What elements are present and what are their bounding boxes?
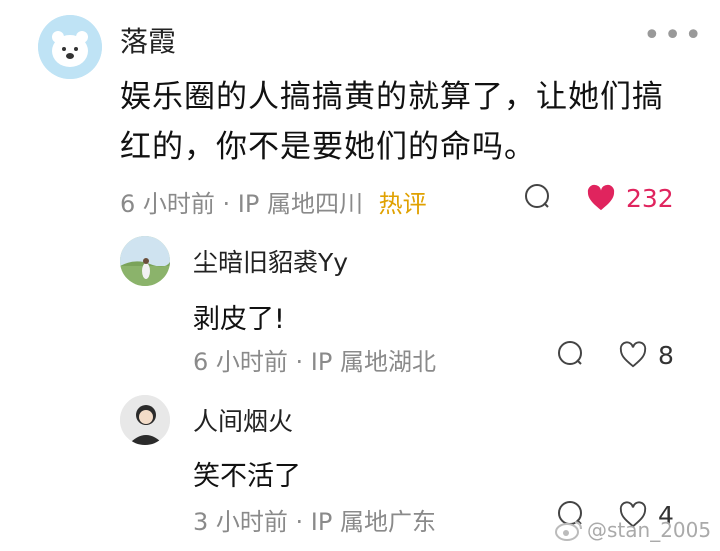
more-icon[interactable]: ••• (643, 18, 705, 53)
hot-comment-badge: 热评 (378, 190, 427, 218)
comment-author[interactable]: 落霞 (120, 20, 176, 60)
reply-author[interactable]: 尘暗旧貂裘Yy (193, 243, 348, 279)
watermark: @stan_2005 (555, 518, 711, 542)
reply-meta: 3 小时前 · IP 属地广东 (193, 508, 436, 536)
avatar-main[interactable] (38, 15, 102, 79)
landscape-avatar-icon (120, 236, 170, 286)
comment-icon (558, 341, 582, 365)
avatar-reply-1[interactable] (120, 236, 170, 286)
polar-bear-avatar-icon (38, 15, 102, 79)
comment-meta-text: 6 小时前 · IP 属地四川 (120, 190, 363, 218)
reply-text: 剥皮了! (193, 304, 285, 335)
like-count: 232 (626, 183, 674, 213)
comment-text: 娱乐圈的人搞搞黄的就算了，让她们搞红的，你不是要她们的命吗。 (120, 79, 664, 165)
comment-icon (525, 184, 549, 208)
reply-author[interactable]: 人间烟火 (193, 402, 293, 438)
reply-text: 笑不活了 (193, 461, 301, 492)
weibo-icon (555, 521, 582, 541)
heart-outline-icon (619, 341, 647, 368)
reply-like-button[interactable]: 8 (618, 338, 688, 372)
like-button[interactable]: 232 (586, 181, 686, 215)
reply-like-count: 8 (658, 340, 674, 370)
heart-icon (587, 184, 615, 211)
reply-meta: 6 小时前 · IP 属地湖北 (193, 348, 436, 376)
watermark-text: @stan_2005 (587, 518, 712, 542)
reply-comment-button[interactable] (555, 338, 585, 368)
comment-reply-button[interactable] (522, 181, 552, 211)
avatar-reply-2[interactable] (120, 395, 170, 445)
portrait-avatar-icon (120, 395, 170, 445)
comment-meta: 6 小时前 · IP 属地四川 热评 (120, 184, 427, 219)
